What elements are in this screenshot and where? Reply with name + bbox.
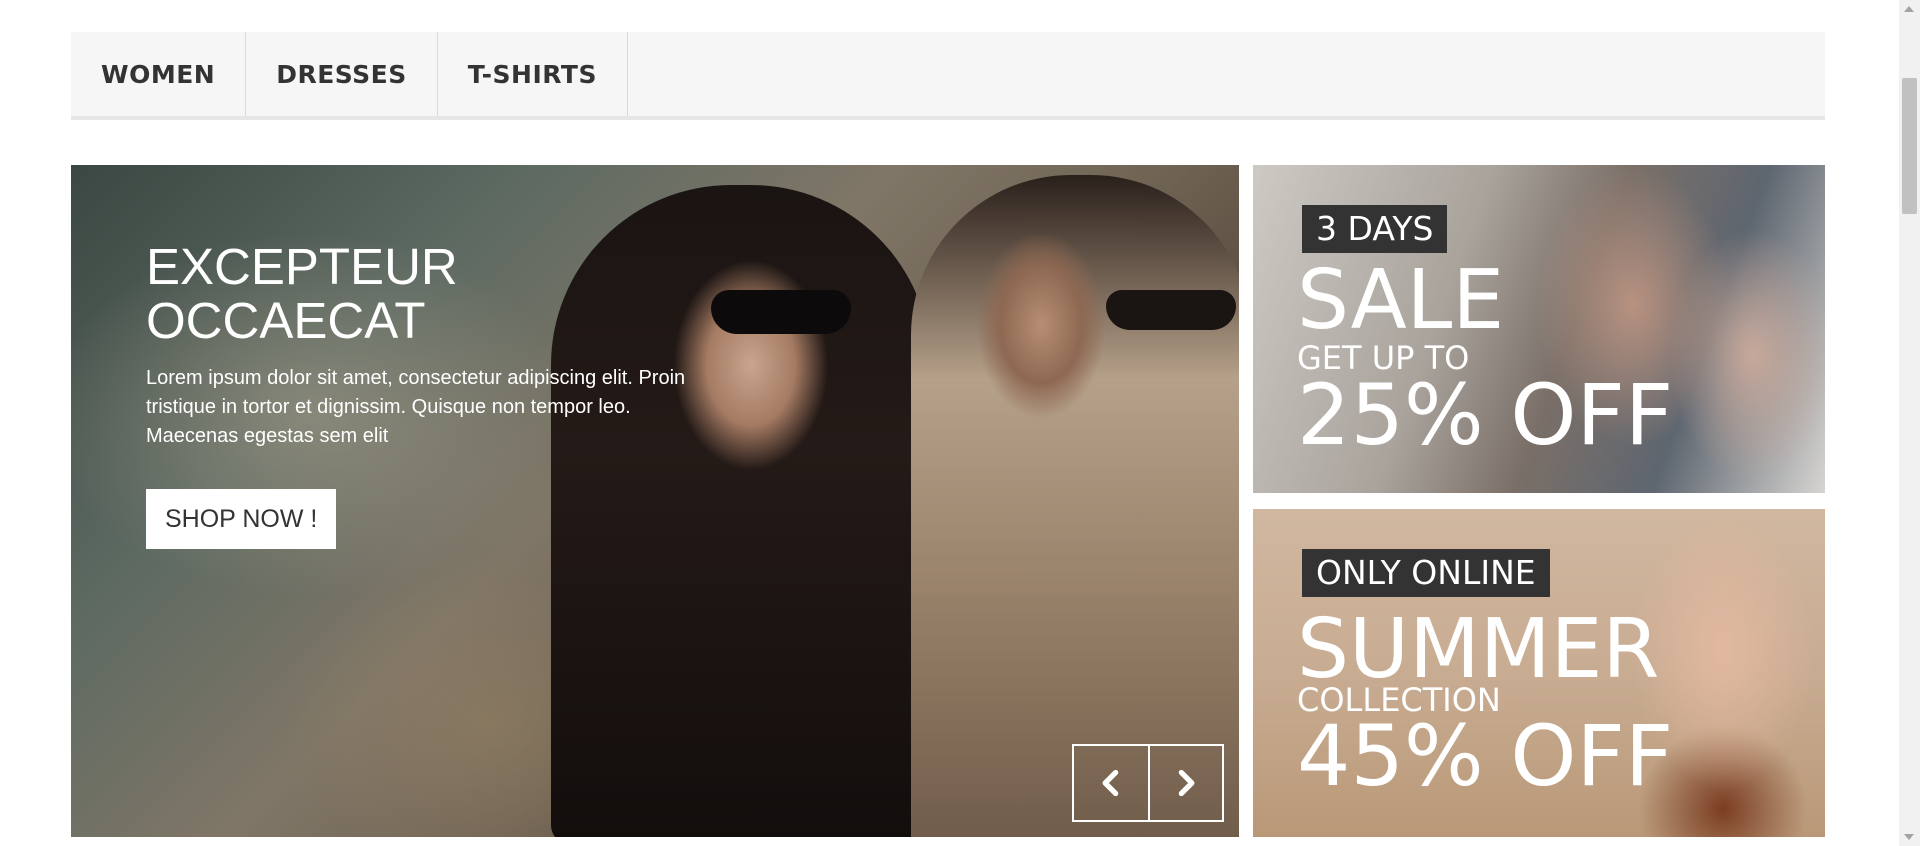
scrollbar-thumb[interactable]: [1902, 78, 1917, 214]
banner-tag: 3 DAYS: [1302, 205, 1448, 253]
scroll-up-arrow-icon[interactable]: [1904, 6, 1914, 12]
sunglasses-shape: [1106, 290, 1236, 330]
slider-prev-button[interactable]: [1074, 746, 1148, 820]
banner-tag: ONLY ONLINE: [1302, 549, 1550, 597]
banner-headline: SUMMER: [1297, 602, 1660, 697]
slider-next-button[interactable]: [1148, 746, 1222, 820]
summer-collection-banner[interactable]: ONLY ONLINE SUMMER COLLECTION 45% OFF: [1253, 509, 1825, 837]
sunglasses-shape: [711, 290, 851, 334]
nav-item-dresses[interactable]: DRESSES: [246, 32, 438, 116]
banner-offer: 25% OFF: [1297, 366, 1674, 464]
hero-model-man: [911, 175, 1239, 837]
sale-banner[interactable]: 3 DAYS SALE GET UP TO 25% OFF: [1253, 165, 1825, 493]
slider-controls: [1072, 744, 1224, 822]
banner-offer: 45% OFF: [1297, 707, 1674, 805]
chevron-right-icon: [1178, 769, 1195, 797]
hero-description: Lorem ipsum dolor sit amet, consectetur …: [146, 367, 686, 447]
scroll-down-arrow-icon[interactable]: [1904, 834, 1914, 840]
top-menu: WOMEN DRESSES T-SHIRTS: [71, 32, 1825, 120]
hero-slider[interactable]: EXCEPTEUR OCCAECAT Lorem ipsum dolor sit…: [71, 165, 1239, 837]
hero-caption: EXCEPTEUR OCCAECAT Lorem ipsum dolor sit…: [146, 240, 686, 549]
nav-item-women[interactable]: WOMEN: [71, 32, 247, 116]
banner-headline: SALE: [1297, 253, 1505, 348]
hero-title: EXCEPTEUR OCCAECAT: [146, 238, 458, 349]
vertical-scrollbar[interactable]: [1899, 0, 1920, 846]
shop-now-button[interactable]: SHOP NOW !: [146, 489, 337, 549]
chevron-left-icon: [1102, 769, 1119, 797]
nav-item-t-shirts[interactable]: T-SHIRTS: [438, 32, 628, 116]
